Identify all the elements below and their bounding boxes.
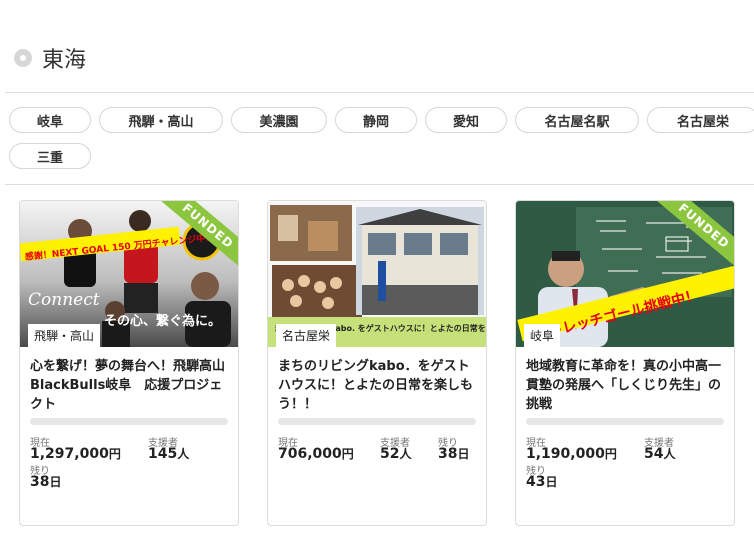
progress-bar <box>278 418 476 425</box>
location-tag: 岐阜 <box>524 324 561 347</box>
remaining-days: 38日 <box>438 446 470 462</box>
project-slogan: Connect <box>28 290 100 310</box>
project-thumbnail[interactable]: ストレッチゴール挑戦中！ FUNDED 岐阜 <box>516 201 734 347</box>
remaining-unit: 日 <box>49 475 62 489</box>
remaining-unit: 日 <box>545 475 558 489</box>
current-amount: 1,190,000円 <box>526 446 617 462</box>
current-unit: 円 <box>108 447 121 461</box>
project-title[interactable]: 地域教育に革命を！真の小中高一貫塾の発展へ「しくじり先生」の挑戦 <box>526 357 724 414</box>
progress-bar <box>30 418 228 425</box>
project-title[interactable]: 心を繋げ！夢の舞台へ！飛騨高山BlackBulls岐阜 応援プロジェクト <box>30 357 228 414</box>
remaining-days: 43日 <box>526 474 558 490</box>
area-chip-shizuoka[interactable]: 静岡 <box>335 107 417 133</box>
project-card[interactable]: ストレッチゴール挑戦中！ FUNDED 岐阜 地域教育に革命を！真の小中高一貫塾… <box>515 200 735 526</box>
divider <box>5 92 754 93</box>
area-chip-hida-takayama[interactable]: 飛騨・高山 <box>99 107 223 133</box>
project-card[interactable]: 感謝！NEXT GOAL 150 万円チャレンジ中！ Connect その心、繋… <box>19 200 239 526</box>
supporters-count: 145人 <box>148 446 190 462</box>
area-chip-mie[interactable]: 三重 <box>9 143 91 169</box>
progress-bar <box>526 418 724 425</box>
area-chip-nagoya-meieki[interactable]: 名古屋名駅 <box>515 107 639 133</box>
location-tag: 飛騨・高山 <box>28 324 101 347</box>
remaining-days: 38日 <box>30 474 62 490</box>
current-amount: 1,297,000円 <box>30 446 121 462</box>
supporters-unit: 人 <box>177 447 190 461</box>
project-title[interactable]: まちのリビングkabo．をゲストハウスに！とよたの日常を楽しもう！！ <box>278 357 476 414</box>
supporters-unit: 人 <box>399 447 412 461</box>
region-title: 東海 <box>42 48 87 73</box>
area-chip-gifu[interactable]: 岐阜 <box>9 107 91 133</box>
remaining-unit: 日 <box>457 447 470 461</box>
current-unit: 円 <box>604 447 617 461</box>
divider <box>5 184 754 185</box>
project-slogan-2: その心、繋ぐ為に。 <box>104 313 221 329</box>
area-chip-minokamo[interactable]: 美濃園 <box>231 107 327 133</box>
supporters-unit: 人 <box>663 447 676 461</box>
area-chip-aichi[interactable]: 愛知 <box>425 107 507 133</box>
location-tag: 名古屋栄 <box>276 324 337 347</box>
region-header: 東海 <box>14 40 86 76</box>
current-unit: 円 <box>341 447 354 461</box>
area-chip-nagoya-sakae[interactable]: 名古屋栄 <box>647 107 754 133</box>
project-thumbnail[interactable]: まちのリビングkabo. をゲストハウスに！とよたの日常を楽しもう！ 名古屋栄 <box>268 201 486 347</box>
region-marker-icon <box>14 49 32 67</box>
project-thumbnail[interactable]: 感謝！NEXT GOAL 150 万円チャレンジ中！ Connect その心、繋… <box>20 201 238 347</box>
current-amount: 706,000円 <box>278 446 354 462</box>
supporters-count: 54人 <box>644 446 676 462</box>
supporters-count: 52人 <box>380 446 412 462</box>
project-card[interactable]: まちのリビングkabo. をゲストハウスに！とよたの日常を楽しもう！ 名古屋栄 … <box>267 200 487 526</box>
